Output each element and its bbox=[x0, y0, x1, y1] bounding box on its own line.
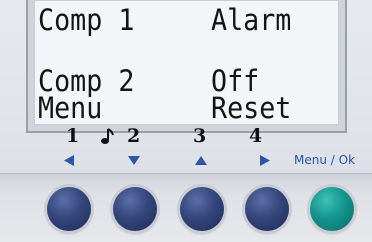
menu-ok-button[interactable] bbox=[310, 187, 354, 231]
button-3-up[interactable] bbox=[180, 187, 224, 231]
menu-ok-label: Menu / Ok bbox=[294, 153, 356, 167]
down-arrow-icon bbox=[128, 156, 140, 165]
key-number-1: 1 bbox=[66, 125, 80, 147]
button-4-right[interactable] bbox=[245, 187, 289, 231]
reset-softkey-label: Reset bbox=[211, 91, 292, 125]
left-arrow-icon bbox=[64, 155, 74, 166]
comp1-status: Alarm bbox=[211, 3, 292, 37]
right-arrow-icon bbox=[260, 155, 270, 166]
comp1-label: Comp 1 bbox=[38, 3, 135, 37]
music-note-icon bbox=[101, 128, 114, 144]
up-arrow-icon bbox=[195, 156, 207, 165]
menu-softkey-label: Menu bbox=[38, 91, 103, 125]
key-number-4: 4 bbox=[249, 125, 263, 147]
button-2-down[interactable] bbox=[113, 187, 157, 231]
button-1-left[interactable] bbox=[47, 187, 91, 231]
key-number-3: 3 bbox=[193, 125, 207, 147]
key-number-2: 2 bbox=[127, 125, 141, 147]
lcd-display: Comp 1 Alarm Comp 2 Off Menu Reset bbox=[34, 0, 339, 125]
